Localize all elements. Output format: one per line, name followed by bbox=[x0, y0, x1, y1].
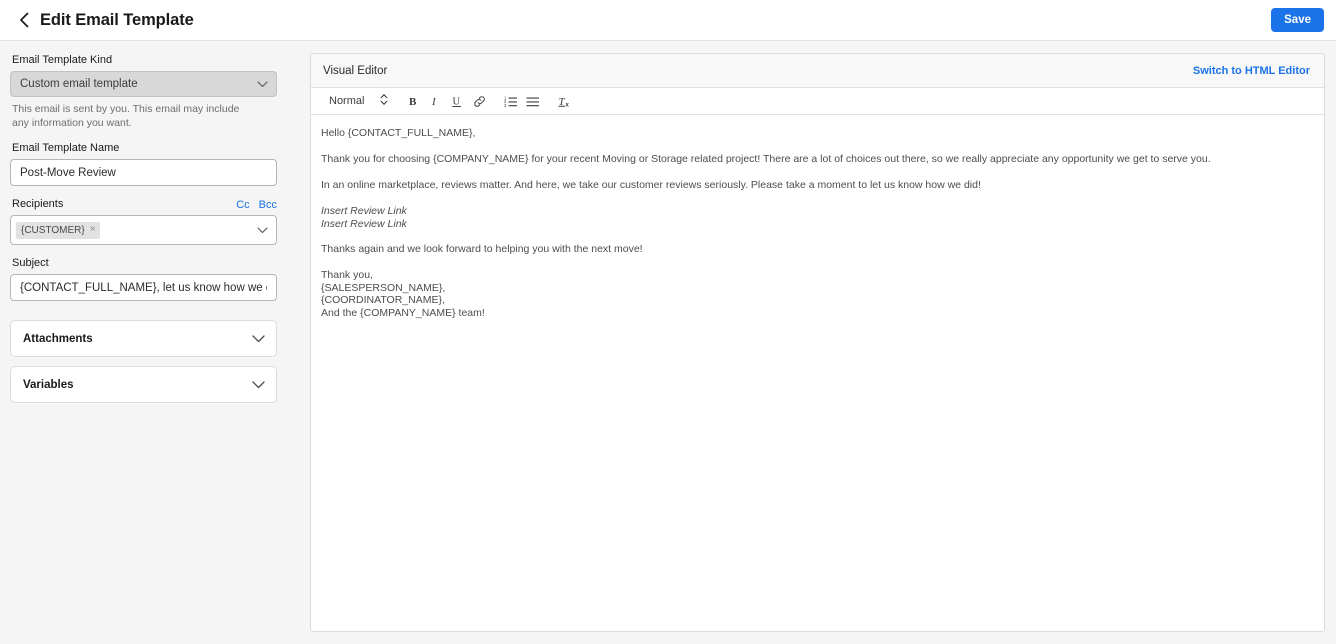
switch-to-html-editor-link[interactable]: Switch to HTML Editor bbox=[1193, 65, 1310, 77]
underline-button[interactable]: U bbox=[446, 91, 468, 111]
template-settings-sidebar: Email Template Kind Custom email templat… bbox=[0, 41, 296, 412]
visual-editor-panel: Visual Editor Switch to HTML Editor Norm… bbox=[310, 53, 1325, 632]
recipients-label: Recipients bbox=[12, 198, 64, 210]
email-template-name-input[interactable] bbox=[10, 159, 277, 186]
recipient-chip-label: {CUSTOMER} bbox=[21, 224, 85, 236]
email-signature-3: And the {COMPANY_NAME} team! bbox=[321, 306, 485, 319]
email-template-kind-helper: This email is sent by you. This email ma… bbox=[12, 103, 240, 129]
save-button[interactable]: Save bbox=[1271, 8, 1324, 32]
attachments-accordion[interactable]: Attachments bbox=[10, 320, 277, 357]
svg-text:B: B bbox=[409, 96, 417, 107]
email-template-kind-label: Email Template Kind bbox=[12, 54, 113, 66]
email-template-name-field: Email Template Name bbox=[10, 141, 286, 186]
editor-header: Visual Editor Switch to HTML Editor bbox=[311, 54, 1324, 88]
editor-toolbar: Normal B I U 1 2 3 T x bbox=[311, 88, 1324, 115]
email-signature-1: {SALESPERSON_NAME}, bbox=[321, 281, 446, 294]
top-bar: Edit Email Template Save bbox=[0, 0, 1336, 41]
email-signature-2: {COORDINATOR_NAME}, bbox=[321, 294, 445, 307]
ordered-list-icon[interactable]: 1 2 3 bbox=[500, 91, 522, 111]
svg-text:x: x bbox=[565, 102, 569, 108]
email-template-kind-value: Custom email template bbox=[20, 78, 138, 90]
updown-chevron-icon bbox=[380, 93, 388, 109]
attachments-accordion-label: Attachments bbox=[23, 332, 93, 345]
editor-container: Visual Editor Switch to HTML Editor Norm… bbox=[296, 41, 1336, 632]
email-paragraph-1: Thank you for choosing {COMPANY_NAME} fo… bbox=[321, 153, 1211, 165]
bold-button[interactable]: B bbox=[402, 91, 424, 111]
email-template-kind-field: Email Template Kind Custom email templat… bbox=[10, 53, 286, 130]
svg-text:U: U bbox=[453, 96, 461, 107]
recipients-links: Cc Bcc bbox=[236, 199, 277, 211]
email-greeting: Hello {CONTACT_FULL_NAME}, bbox=[321, 127, 476, 139]
page-title: Edit Email Template bbox=[40, 10, 194, 29]
italic-button[interactable]: I bbox=[424, 91, 446, 111]
chevron-down-icon bbox=[252, 334, 265, 343]
recipients-field: Recipients Cc Bcc {CUSTOMER} × bbox=[10, 197, 286, 245]
paragraph-style-value: Normal bbox=[329, 95, 365, 107]
email-sign-off: Thank you, bbox=[321, 269, 373, 282]
svg-text:3: 3 bbox=[504, 103, 507, 107]
email-body-editor[interactable]: Hello {CONTACT_FULL_NAME}, Thank you for… bbox=[311, 115, 1324, 631]
paragraph-style-select[interactable]: Normal bbox=[329, 93, 388, 109]
recipients-label-row: Recipients Cc Bcc bbox=[10, 197, 277, 211]
cc-link[interactable]: Cc bbox=[236, 199, 249, 211]
remove-recipient-icon[interactable]: × bbox=[90, 225, 96, 235]
chevron-left-icon[interactable] bbox=[12, 8, 36, 32]
email-paragraph-3: Thanks again and we look forward to help… bbox=[321, 243, 643, 256]
link-icon[interactable] bbox=[468, 91, 490, 111]
clear-format-icon[interactable]: T x bbox=[554, 91, 576, 111]
email-review-link-1: Insert Review Link bbox=[321, 205, 407, 217]
email-paragraph-2: In an online marketplace, reviews matter… bbox=[321, 179, 981, 191]
subject-field: Subject bbox=[10, 256, 286, 301]
subject-label: Subject bbox=[12, 257, 49, 269]
page-content: Email Template Kind Custom email templat… bbox=[0, 41, 1336, 644]
svg-text:I: I bbox=[431, 96, 437, 107]
email-template-name-label: Email Template Name bbox=[12, 142, 120, 154]
bullet-list-icon[interactable] bbox=[522, 91, 544, 111]
variables-accordion-label: Variables bbox=[23, 378, 74, 391]
subject-input[interactable] bbox=[10, 274, 277, 301]
recipient-chip[interactable]: {CUSTOMER} × bbox=[16, 221, 100, 239]
chevron-down-icon[interactable] bbox=[257, 226, 268, 234]
variables-accordion[interactable]: Variables bbox=[10, 366, 277, 403]
editor-header-title: Visual Editor bbox=[323, 64, 388, 77]
email-template-kind-select[interactable]: Custom email template bbox=[10, 71, 277, 97]
email-review-link-2: Insert Review Link bbox=[321, 217, 407, 230]
chevron-down-icon bbox=[257, 80, 268, 88]
bcc-link[interactable]: Bcc bbox=[259, 199, 277, 211]
chevron-down-icon bbox=[252, 380, 265, 389]
recipients-select[interactable]: {CUSTOMER} × bbox=[10, 215, 277, 245]
